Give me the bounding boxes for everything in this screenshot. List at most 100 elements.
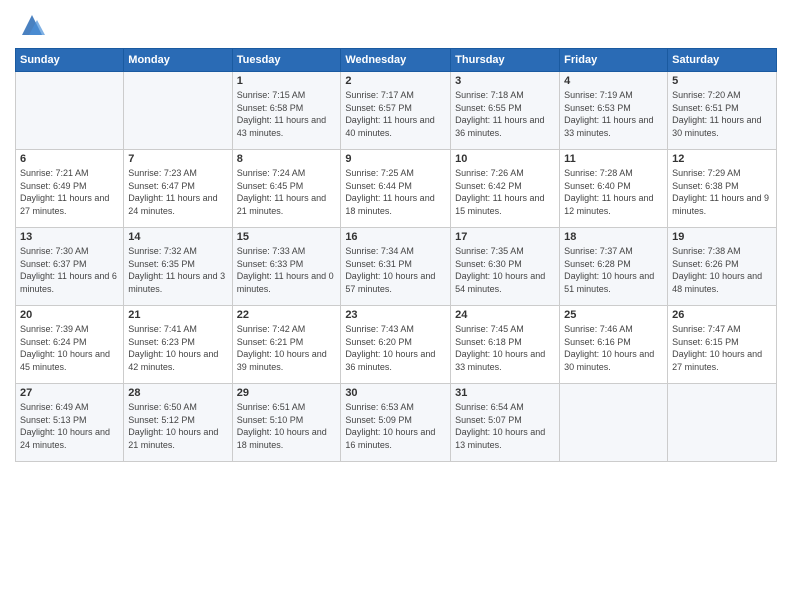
- day-info: Sunrise: 7:18 AM Sunset: 6:55 PM Dayligh…: [455, 89, 555, 139]
- day-info: Sunrise: 7:37 AM Sunset: 6:28 PM Dayligh…: [564, 245, 663, 295]
- day-info: Sunrise: 7:28 AM Sunset: 6:40 PM Dayligh…: [564, 167, 663, 217]
- day-info: Sunrise: 7:39 AM Sunset: 6:24 PM Dayligh…: [20, 323, 119, 373]
- day-info: Sunrise: 6:54 AM Sunset: 5:07 PM Dayligh…: [455, 401, 555, 451]
- day-cell: 18 Sunrise: 7:37 AM Sunset: 6:28 PM Dayli…: [560, 228, 668, 306]
- day-info: Sunrise: 7:43 AM Sunset: 6:20 PM Dayligh…: [345, 323, 446, 373]
- day-info: Sunrise: 7:35 AM Sunset: 6:30 PM Dayligh…: [455, 245, 555, 295]
- day-info: Sunrise: 7:45 AM Sunset: 6:18 PM Dayligh…: [455, 323, 555, 373]
- day-cell: 6 Sunrise: 7:21 AM Sunset: 6:49 PM Daylig…: [16, 150, 124, 228]
- week-row-4: 20 Sunrise: 7:39 AM Sunset: 6:24 PM Dayli…: [16, 306, 777, 384]
- day-cell: 19 Sunrise: 7:38 AM Sunset: 6:26 PM Dayli…: [668, 228, 777, 306]
- day-info: Sunrise: 7:20 AM Sunset: 6:51 PM Dayligh…: [672, 89, 772, 139]
- weekday-sunday: Sunday: [16, 49, 124, 72]
- day-cell: 7Sunrise: 7:23 AM Sunset: 6:47 PM Daylig…: [124, 150, 232, 228]
- day-cell: 24 Sunrise: 7:45 AM Sunset: 6:18 PM Dayli…: [451, 306, 560, 384]
- day-number: 9: [345, 153, 446, 165]
- logo-icon: [17, 10, 47, 40]
- day-cell: 15 Sunrise: 7:33 AM Sunset: 6:33 PM Dayli…: [232, 228, 341, 306]
- day-number: 31: [455, 387, 555, 399]
- day-number: 24: [455, 309, 555, 321]
- day-number: 27: [20, 387, 119, 399]
- calendar-table: SundayMondayTuesdayWednesdayThursdayFrid…: [15, 48, 777, 462]
- day-cell: 30Sunrise: 6:53 AM Sunset: 5:09 PM Dayli…: [341, 384, 451, 462]
- weekday-wednesday: Wednesday: [341, 49, 451, 72]
- day-number: 19: [672, 231, 772, 243]
- day-number: 22: [237, 309, 337, 321]
- day-cell: 29 Sunrise: 6:51 AM Sunset: 5:10 PM Dayli…: [232, 384, 341, 462]
- day-number: 5: [672, 75, 772, 87]
- day-cell: 25 Sunrise: 7:46 AM Sunset: 6:16 PM Dayli…: [560, 306, 668, 384]
- day-number: 14: [128, 231, 227, 243]
- week-row-2: 6 Sunrise: 7:21 AM Sunset: 6:49 PM Daylig…: [16, 150, 777, 228]
- week-row-3: 13 Sunrise: 7:30 AM Sunset: 6:37 PM Dayli…: [16, 228, 777, 306]
- day-cell: 12 Sunrise: 7:29 AM Sunset: 6:38 PM Dayli…: [668, 150, 777, 228]
- day-info: Sunrise: 7:46 AM Sunset: 6:16 PM Dayligh…: [564, 323, 663, 373]
- day-number: 11: [564, 153, 663, 165]
- page: SundayMondayTuesdayWednesdayThursdayFrid…: [0, 0, 792, 612]
- day-number: 12: [672, 153, 772, 165]
- day-cell: 11 Sunrise: 7:28 AM Sunset: 6:40 PM Dayli…: [560, 150, 668, 228]
- day-number: 13: [20, 231, 119, 243]
- day-info: Sunrise: 7:19 AM Sunset: 6:53 PM Dayligh…: [564, 89, 663, 139]
- day-info: Sunrise: 7:29 AM Sunset: 6:38 PM Dayligh…: [672, 167, 772, 217]
- day-number: 17: [455, 231, 555, 243]
- day-number: 29: [237, 387, 337, 399]
- day-info: Sunrise: 6:51 AM Sunset: 5:10 PM Dayligh…: [237, 401, 337, 451]
- day-number: 25: [564, 309, 663, 321]
- day-info: Sunrise: 7:30 AM Sunset: 6:37 PM Dayligh…: [20, 245, 119, 295]
- day-number: 26: [672, 309, 772, 321]
- day-number: 8: [237, 153, 337, 165]
- day-number: 3: [455, 75, 555, 87]
- day-number: 18: [564, 231, 663, 243]
- day-cell: 17 Sunrise: 7:35 AM Sunset: 6:30 PM Dayli…: [451, 228, 560, 306]
- day-cell: 22 Sunrise: 7:42 AM Sunset: 6:21 PM Dayli…: [232, 306, 341, 384]
- day-info: Sunrise: 7:26 AM Sunset: 6:42 PM Dayligh…: [455, 167, 555, 217]
- weekday-tuesday: Tuesday: [232, 49, 341, 72]
- day-info: Sunrise: 7:42 AM Sunset: 6:21 PM Dayligh…: [237, 323, 337, 373]
- day-cell: 4 Sunrise: 7:19 AM Sunset: 6:53 PM Daylig…: [560, 72, 668, 150]
- day-info: Sunrise: 7:15 AM Sunset: 6:58 PM Dayligh…: [237, 89, 337, 139]
- day-number: 21: [128, 309, 227, 321]
- weekday-monday: Monday: [124, 49, 232, 72]
- day-cell: 10Sunrise: 7:26 AM Sunset: 6:42 PM Dayli…: [451, 150, 560, 228]
- day-info: Sunrise: 7:47 AM Sunset: 6:15 PM Dayligh…: [672, 323, 772, 373]
- day-number: 15: [237, 231, 337, 243]
- day-number: 28: [128, 387, 227, 399]
- day-number: 16: [345, 231, 446, 243]
- week-row-5: 27 Sunrise: 6:49 AM Sunset: 5:13 PM Dayli…: [16, 384, 777, 462]
- logo: [15, 10, 47, 40]
- day-cell: 23Sunrise: 7:43 AM Sunset: 6:20 PM Dayli…: [341, 306, 451, 384]
- day-info: Sunrise: 7:38 AM Sunset: 6:26 PM Dayligh…: [672, 245, 772, 295]
- day-info: Sunrise: 7:24 AM Sunset: 6:45 PM Dayligh…: [237, 167, 337, 217]
- day-info: Sunrise: 7:34 AM Sunset: 6:31 PM Dayligh…: [345, 245, 446, 295]
- week-row-1: 1 Sunrise: 7:15 AM Sunset: 6:58 PM Daylig…: [16, 72, 777, 150]
- day-cell: 28Sunrise: 6:50 AM Sunset: 5:12 PM Dayli…: [124, 384, 232, 462]
- day-cell: [560, 384, 668, 462]
- day-number: 20: [20, 309, 119, 321]
- day-cell: 21Sunrise: 7:41 AM Sunset: 6:23 PM Dayli…: [124, 306, 232, 384]
- day-cell: [124, 72, 232, 150]
- day-number: 30: [345, 387, 446, 399]
- day-number: 1: [237, 75, 337, 87]
- day-cell: 16 Sunrise: 7:34 AM Sunset: 6:31 PM Dayli…: [341, 228, 451, 306]
- day-cell: 13 Sunrise: 7:30 AM Sunset: 6:37 PM Dayli…: [16, 228, 124, 306]
- day-info: Sunrise: 7:32 AM Sunset: 6:35 PM Dayligh…: [128, 245, 227, 295]
- day-cell: 5 Sunrise: 7:20 AM Sunset: 6:51 PM Daylig…: [668, 72, 777, 150]
- day-cell: 14 Sunrise: 7:32 AM Sunset: 6:35 PM Dayli…: [124, 228, 232, 306]
- day-info: Sunrise: 7:21 AM Sunset: 6:49 PM Dayligh…: [20, 167, 119, 217]
- day-cell: 27 Sunrise: 6:49 AM Sunset: 5:13 PM Dayli…: [16, 384, 124, 462]
- day-info: Sunrise: 7:25 AM Sunset: 6:44 PM Dayligh…: [345, 167, 446, 217]
- day-cell: 1 Sunrise: 7:15 AM Sunset: 6:58 PM Daylig…: [232, 72, 341, 150]
- day-number: 4: [564, 75, 663, 87]
- day-cell: 2Sunrise: 7:17 AM Sunset: 6:57 PM Daylig…: [341, 72, 451, 150]
- day-cell: 8 Sunrise: 7:24 AM Sunset: 6:45 PM Daylig…: [232, 150, 341, 228]
- weekday-thursday: Thursday: [451, 49, 560, 72]
- day-number: 2: [345, 75, 446, 87]
- day-cell: 9 Sunrise: 7:25 AM Sunset: 6:44 PM Daylig…: [341, 150, 451, 228]
- weekday-header-row: SundayMondayTuesdayWednesdayThursdayFrid…: [16, 49, 777, 72]
- day-info: Sunrise: 7:33 AM Sunset: 6:33 PM Dayligh…: [237, 245, 337, 295]
- day-info: Sunrise: 6:49 AM Sunset: 5:13 PM Dayligh…: [20, 401, 119, 451]
- day-cell: 3 Sunrise: 7:18 AM Sunset: 6:55 PM Daylig…: [451, 72, 560, 150]
- day-info: Sunrise: 7:23 AM Sunset: 6:47 PM Dayligh…: [128, 167, 227, 217]
- day-number: 6: [20, 153, 119, 165]
